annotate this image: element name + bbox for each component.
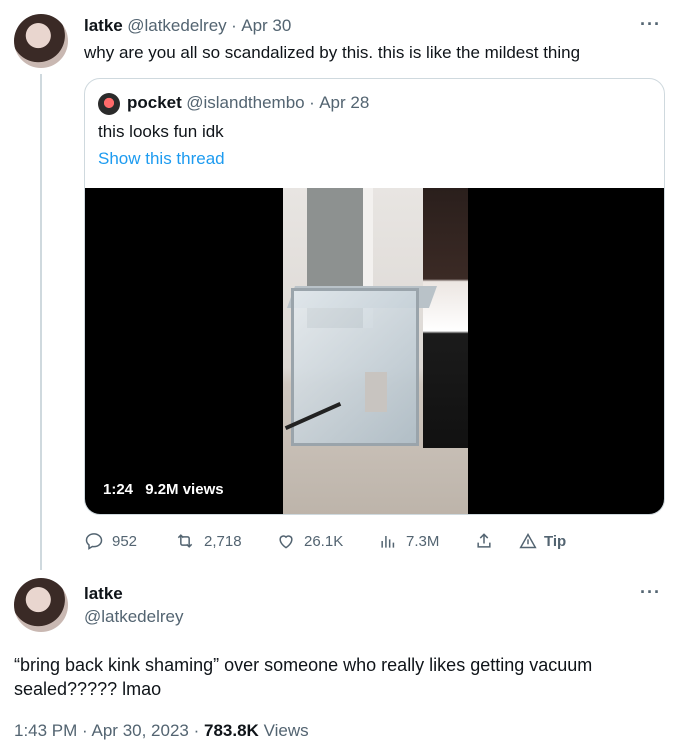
- frame-blur: [365, 372, 387, 412]
- quoted-handle[interactable]: @islandthembo: [186, 93, 304, 112]
- reply-action[interactable]: 952: [84, 531, 137, 551]
- quoted-header: pocket @islandthembo · Apr 28: [127, 93, 369, 113]
- reply-more-icon[interactable]: ···: [640, 14, 661, 35]
- share-icon: [474, 531, 494, 551]
- video-time: 1:24: [103, 481, 134, 498]
- video-frame: [283, 188, 468, 514]
- show-thread-link[interactable]: Show this thread: [98, 149, 225, 169]
- quoted-date[interactable]: Apr 28: [319, 93, 369, 112]
- main-avatar[interactable]: [14, 578, 68, 632]
- main-date[interactable]: Apr 30, 2023: [92, 721, 189, 740]
- quoted-tweet-card[interactable]: pocket @islandthembo · Apr 28 this looks…: [84, 78, 665, 515]
- main-sep-1: ·: [82, 721, 88, 740]
- main-display-name[interactable]: latke: [84, 584, 123, 604]
- reply-icon: [84, 531, 104, 551]
- main-sep-2: ·: [193, 721, 200, 740]
- reply-date[interactable]: Apr 30: [241, 16, 291, 35]
- like-icon: [276, 531, 296, 551]
- share-action[interactable]: [474, 531, 494, 551]
- views-count: 7.3M: [406, 532, 440, 550]
- views-action[interactable]: 7.3M: [378, 531, 439, 551]
- main-footer: 1:43 PM · Apr 30, 2023 · 783.8K Views: [14, 721, 309, 741]
- views-icon: [378, 531, 398, 551]
- main-text-line-2: sealed????? lmao: [14, 679, 162, 699]
- thread-connector: [40, 74, 42, 570]
- main-handle[interactable]: @latkedelrey: [84, 607, 183, 627]
- tip-label: Tip: [544, 532, 567, 550]
- tip-icon: [518, 532, 538, 550]
- main-views-count: 783.8K: [204, 721, 259, 740]
- like-count: 26.1K: [304, 532, 344, 550]
- reply-header: latke @latkedelrey · Apr 30: [84, 16, 291, 36]
- quoted-separator: ·: [309, 93, 315, 112]
- main-views-label: Views: [263, 721, 309, 740]
- main-text-line-1: “bring back kink shaming” over someone w…: [14, 655, 593, 675]
- quoted-text: this looks fun idk: [98, 122, 224, 141]
- video-views: 9.2M views: [145, 481, 224, 498]
- video-player[interactable]: 1:24 9.2M views: [85, 188, 664, 514]
- reply-avatar[interactable]: [14, 14, 68, 68]
- tip-action[interactable]: Tip: [518, 532, 566, 550]
- reply-count: 952: [112, 532, 138, 550]
- reply-display-name[interactable]: latke: [84, 16, 123, 35]
- reply-text: why are you all so scandalized by this. …: [84, 43, 581, 62]
- reply-separator: ·: [231, 16, 237, 35]
- quoted-avatar[interactable]: [98, 93, 120, 115]
- frame-person: [423, 188, 468, 448]
- quoted-display-name[interactable]: pocket: [127, 93, 182, 112]
- video-meta: 1:24 9.2M views: [103, 481, 224, 498]
- like-action[interactable]: 26.1K: [276, 531, 343, 551]
- reply-handle[interactable]: @latkedelrey: [127, 16, 226, 35]
- main-time[interactable]: 1:43 PM: [14, 721, 77, 740]
- frame-cube: [291, 288, 419, 446]
- retweet-action[interactable]: 2,718: [174, 531, 242, 551]
- main-more-icon[interactable]: ···: [640, 582, 661, 603]
- retweet-icon: [174, 531, 196, 551]
- retweet-count: 2,718: [204, 532, 242, 550]
